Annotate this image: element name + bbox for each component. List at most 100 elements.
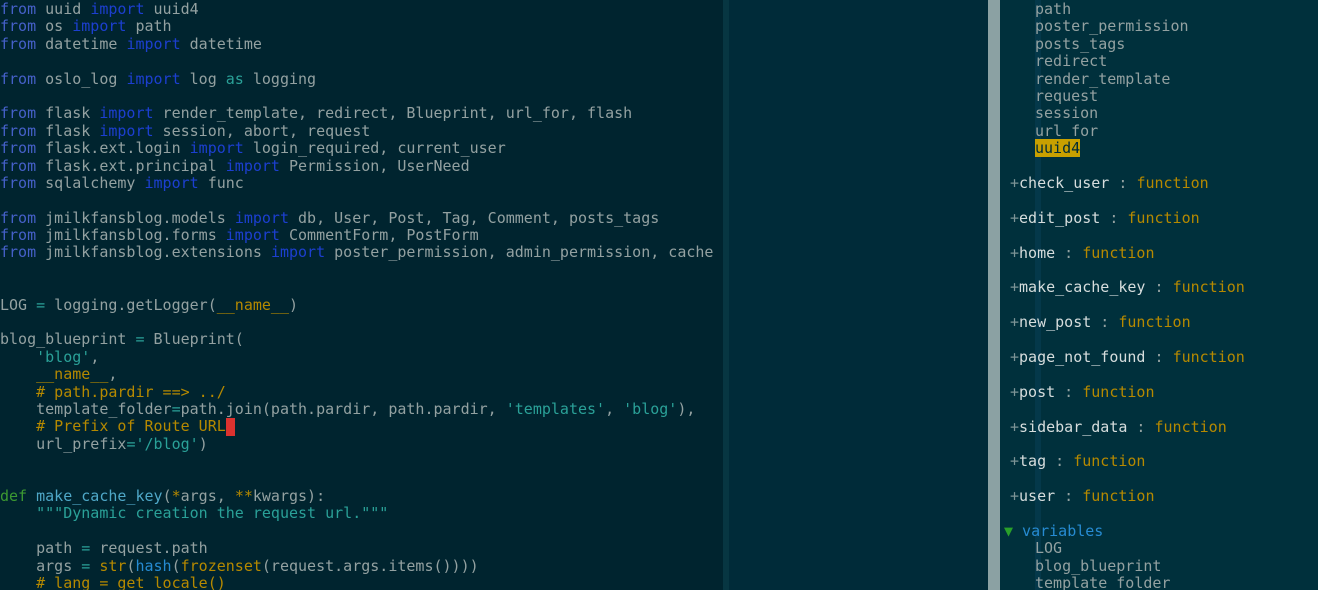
tagbar-selected-item[interactable]: uuid4 bbox=[1035, 139, 1081, 158]
code-token: 'templates' bbox=[505, 399, 606, 418]
expand-plus-icon[interactable]: + bbox=[1010, 174, 1019, 192]
code-line: from oslo_log import log as logging bbox=[0, 69, 713, 88]
tagbar-variable-item[interactable]: template_folder bbox=[1000, 574, 1318, 590]
tagbar-function-item[interactable]: +edit_post : function bbox=[1000, 208, 1318, 227]
tagbar-import-item[interactable]: poster_permission bbox=[1000, 17, 1318, 35]
tagbar-function-item[interactable]: +check_user : function bbox=[1000, 174, 1318, 192]
tagbar-function-item[interactable]: +user : function bbox=[1000, 487, 1318, 505]
code-line: from jmilkfansblog.models import db, Use… bbox=[0, 209, 713, 227]
code-token: (request.args.items()))) bbox=[261, 556, 479, 575]
code-token: hash bbox=[135, 556, 172, 575]
expand-plus-icon[interactable]: + bbox=[1010, 487, 1019, 505]
tagbar-variables-header[interactable]: ▼ variables bbox=[1000, 522, 1318, 540]
expand-plus-icon[interactable]: + bbox=[1010, 278, 1019, 296]
code-token: path bbox=[126, 17, 172, 36]
code-token: flask bbox=[36, 121, 100, 140]
code-token: Permission, UserNeed bbox=[279, 156, 470, 175]
tagbar-function-item[interactable]: +post : function bbox=[1000, 382, 1318, 401]
tagbar-separator: : bbox=[1046, 452, 1074, 471]
expand-plus-icon[interactable]: + bbox=[1010, 209, 1019, 227]
tagbar-import-item[interactable]: redirect bbox=[1000, 52, 1318, 70]
chevron-down-icon[interactable]: ▼ bbox=[1004, 522, 1013, 540]
tagbar-import-item[interactable]: url_for bbox=[1000, 122, 1318, 140]
code-token: 'blog' bbox=[36, 347, 91, 366]
code-token: request.path bbox=[90, 539, 208, 558]
vertical-scrollbar[interactable] bbox=[988, 0, 1000, 590]
code-token: = bbox=[81, 556, 91, 575]
tagbar-function-item[interactable]: +make_cache_key : function bbox=[1000, 279, 1318, 296]
code-token: """Dynamic creation the request url.""" bbox=[36, 504, 389, 523]
code-token: func bbox=[198, 173, 244, 192]
tagbar-separator: : bbox=[1055, 382, 1083, 401]
code-token: ) bbox=[289, 295, 299, 314]
code-line: from jmilkfansblog.forms import CommentF… bbox=[0, 226, 713, 245]
code-editor-pane[interactable]: from uuid import uuid4 from os import pat… bbox=[0, 0, 723, 590]
code-token: oslo_log bbox=[36, 69, 127, 88]
expand-plus-icon[interactable]: + bbox=[1010, 418, 1019, 436]
code-token: ), bbox=[677, 399, 696, 418]
tagbar-import-item[interactable]: path bbox=[1000, 0, 1318, 18]
code-token: import bbox=[144, 173, 199, 192]
tagbar-import-item[interactable]: uuid4 bbox=[1000, 139, 1318, 158]
tagbar-kind-label: function bbox=[1082, 243, 1155, 262]
code-token: sqlalchemy bbox=[36, 173, 145, 192]
expand-plus-icon[interactable]: + bbox=[1010, 348, 1019, 366]
code-token: log bbox=[180, 69, 226, 88]
code-line: from flask import session, abort, reques… bbox=[0, 121, 713, 140]
expand-plus-icon[interactable]: + bbox=[1010, 452, 1019, 470]
tagbar-function-item[interactable]: +sidebar_data : function bbox=[1000, 418, 1318, 436]
code-token: datetime bbox=[180, 34, 262, 53]
code-token: def bbox=[0, 486, 28, 505]
code-token: import bbox=[270, 243, 326, 262]
code-line: def make_cache_key(*args, **kwargs): bbox=[0, 486, 713, 505]
tagbar-function-name: check_user bbox=[1019, 174, 1110, 192]
tagbar-variable-item[interactable]: blog_blueprint bbox=[1000, 557, 1318, 575]
empty-buffer-pane[interactable] bbox=[729, 0, 988, 590]
code-line: from uuid import uuid4 bbox=[0, 0, 713, 18]
tagbar-import-item[interactable]: posts_tags bbox=[1000, 35, 1318, 53]
code-token: url_prefix bbox=[0, 434, 127, 453]
code-text[interactable]: from uuid import uuid4 from os import pat… bbox=[0, 0, 713, 590]
code-token: Blueprint( bbox=[144, 330, 244, 349]
tagbar-import-item[interactable]: session bbox=[1000, 104, 1318, 122]
expand-plus-icon[interactable]: + bbox=[1010, 244, 1019, 262]
code-token: import bbox=[126, 34, 181, 53]
code-token: datetime bbox=[36, 34, 127, 53]
code-line: from flask.ext.principal import Permissi… bbox=[0, 156, 713, 175]
tagbar-variable-item[interactable]: LOG bbox=[1000, 539, 1318, 557]
tagbar-function-item[interactable]: +home : function bbox=[1000, 243, 1318, 262]
code-token: CommentForm, PostForm bbox=[279, 226, 479, 245]
code-token: '/blog' bbox=[135, 434, 199, 453]
tagbar-function-item[interactable]: +page_not_found : function bbox=[1000, 348, 1318, 366]
tagbar-import-item[interactable]: render_template bbox=[1000, 70, 1318, 88]
tagbar-kind-label: function bbox=[1127, 208, 1200, 227]
tagbar-function-item[interactable]: +tag : function bbox=[1000, 453, 1318, 470]
tagbar-kind-label: function bbox=[1118, 313, 1191, 332]
tagbar-kind-label: function bbox=[1082, 382, 1155, 401]
tagbar-pane[interactable]: path poster_permission posts_tags redirect r… bbox=[1000, 0, 1318, 590]
tagbar-import-item[interactable]: request bbox=[1000, 87, 1318, 105]
tagbar-function-item[interactable]: +new_post : function bbox=[1000, 313, 1318, 332]
code-token: logging bbox=[243, 69, 317, 88]
code-token: ( bbox=[171, 556, 181, 575]
code-token: kwargs): bbox=[252, 486, 326, 505]
tagbar-function-name: tag bbox=[1019, 452, 1047, 471]
code-line: __name__, bbox=[0, 366, 713, 383]
tagbar-function-name: make_cache_key bbox=[1019, 278, 1146, 297]
code-token: ( bbox=[162, 486, 172, 505]
expand-plus-icon[interactable]: + bbox=[1010, 383, 1019, 401]
code-token: , bbox=[90, 347, 100, 366]
code-line: # path.pardir ==> ../ bbox=[0, 383, 713, 401]
tagbar-separator: : bbox=[1109, 174, 1137, 192]
code-token: uuid4 bbox=[144, 0, 199, 18]
code-token: = bbox=[81, 539, 91, 558]
expand-plus-icon[interactable]: + bbox=[1010, 313, 1019, 331]
code-token: flask.ext.principal bbox=[36, 156, 226, 175]
code-token: from bbox=[0, 0, 37, 18]
